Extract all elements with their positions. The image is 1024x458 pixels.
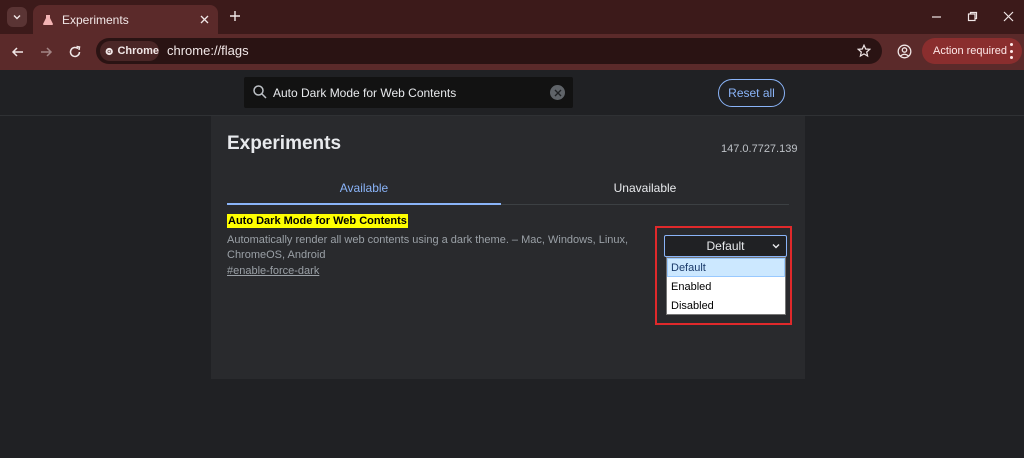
select-dropdown-list: Default Enabled Disabled xyxy=(666,257,786,315)
tab-experiments[interactable]: Experiments xyxy=(33,5,218,34)
chevron-down-icon xyxy=(772,244,780,249)
tab-available[interactable]: Available xyxy=(227,172,501,205)
selected-value: Default xyxy=(706,239,745,253)
more-menu-icon[interactable] xyxy=(1009,43,1013,59)
close-window-icon[interactable] xyxy=(1000,8,1016,24)
site-chip-label: Chrome xyxy=(117,45,159,57)
site-info-chip[interactable]: Chrome xyxy=(100,41,159,61)
flag-title: Auto Dark Mode for Web Contents xyxy=(227,214,408,228)
reset-all-button[interactable]: Reset all xyxy=(718,79,785,107)
url-text[interactable]: chrome://flags xyxy=(167,43,249,58)
search-value[interactable]: Auto Dark Mode for Web Contents xyxy=(273,86,456,100)
reload-icon[interactable] xyxy=(66,43,84,61)
flag-anchor-link[interactable]: #enable-force-dark xyxy=(227,265,319,277)
version-label: 147.0.7727.139 xyxy=(721,143,798,155)
search-icon xyxy=(252,84,268,100)
option-enabled[interactable]: Enabled xyxy=(667,277,785,296)
page-title: Experiments xyxy=(227,133,342,154)
clear-search-icon[interactable] xyxy=(550,85,565,100)
tab-unavailable[interactable]: Unavailable xyxy=(501,172,789,205)
flag-description: Automatically render all web contents us… xyxy=(227,234,629,261)
minimize-icon[interactable] xyxy=(928,8,944,24)
restore-icon[interactable] xyxy=(964,8,980,24)
action-required-label: Action required xyxy=(933,45,1007,57)
bookmark-star-icon[interactable] xyxy=(855,42,873,60)
forward-icon[interactable] xyxy=(37,43,55,61)
option-default[interactable]: Default xyxy=(667,258,785,277)
back-icon[interactable] xyxy=(9,43,27,61)
new-tab-icon[interactable] xyxy=(227,8,243,24)
close-tab-icon[interactable] xyxy=(196,12,212,28)
tab-search-button[interactable] xyxy=(7,7,27,27)
tab-title: Experiments xyxy=(62,12,129,27)
chevron-down-icon xyxy=(13,15,21,20)
action-required-button[interactable]: Action required xyxy=(922,38,1022,64)
tab-strip: Experiments xyxy=(0,0,1024,34)
chrome-logo-icon xyxy=(105,47,113,55)
flag-state-select[interactable]: Default xyxy=(664,235,787,257)
profile-icon[interactable] xyxy=(895,42,913,60)
option-disabled[interactable]: Disabled xyxy=(667,296,785,315)
flask-icon xyxy=(43,14,53,25)
